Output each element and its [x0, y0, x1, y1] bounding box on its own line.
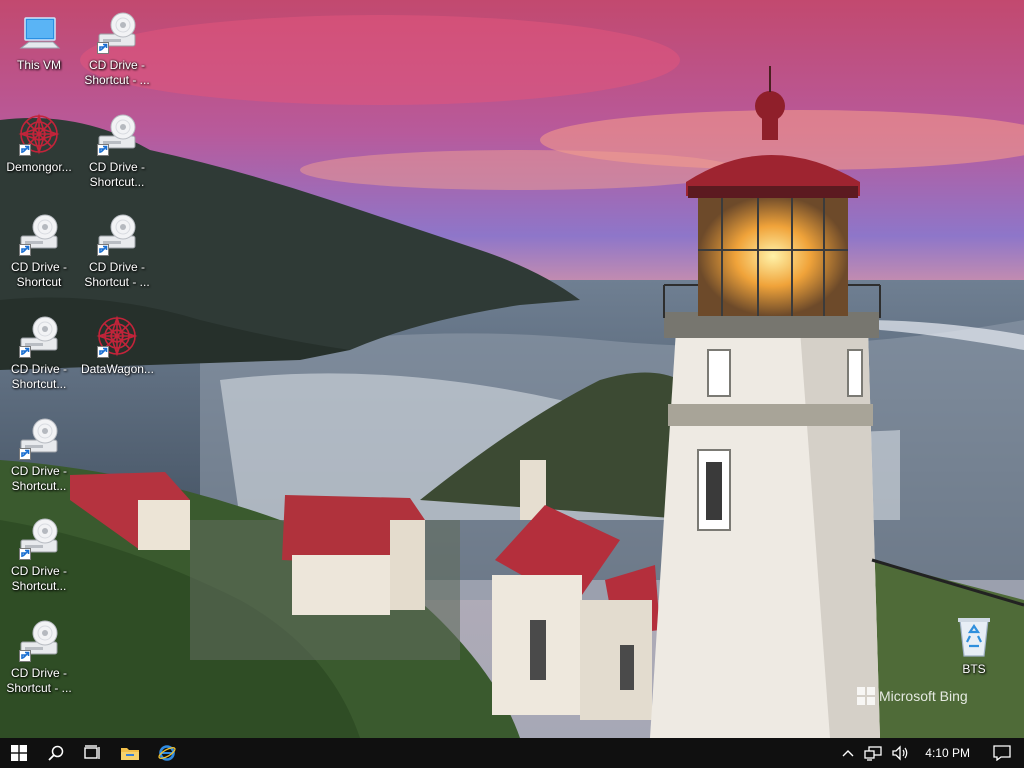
network-icon — [864, 746, 882, 761]
desktop-icon-label: CD Drive - Shortcut... — [11, 464, 67, 493]
desktop-icon-cd-drive-shortcut-4[interactable]: CD Drive - Shortcut — [3, 210, 75, 290]
desktop-icon-label: DataWagon... — [81, 362, 154, 376]
shortcut-arrow-icon — [19, 448, 31, 460]
desktop-icon-label: CD Drive - Shortcut — [11, 260, 67, 289]
app-spiral-icon — [93, 312, 141, 360]
watermark-text: Microsoft Bing — [879, 688, 968, 704]
network-button[interactable] — [859, 738, 887, 768]
cd-drive-icon — [93, 8, 141, 56]
shortcut-arrow-icon — [19, 346, 31, 358]
desktop-icon-label: CD Drive - Shortcut... — [89, 160, 145, 189]
desktop[interactable]: This VM CD Drive - Shortcut - ... Demongor… — [0, 0, 1024, 738]
speaker-icon — [892, 745, 908, 761]
desktop-icon-recycle-bin-11[interactable]: BTS — [938, 612, 1010, 677]
computer-icon — [15, 8, 63, 56]
desktop-icon-cd-drive-shortcut-1[interactable]: CD Drive - Shortcut - ... — [81, 8, 153, 88]
desktop-icon-label: CD Drive - Shortcut - ... — [6, 666, 72, 695]
bing-watermark: Microsoft Bing — [857, 687, 968, 705]
desktop-icon-cd-drive-shortcut-10[interactable]: CD Drive - Shortcut - ... — [3, 616, 75, 696]
show-hidden-icons-button[interactable] — [837, 738, 859, 768]
shortcut-arrow-icon — [97, 346, 109, 358]
shortcut-arrow-icon — [19, 548, 31, 560]
desktop-icon-label: This VM — [16, 58, 61, 72]
system-tray: 4:10 PM — [837, 738, 1024, 768]
desktop-icon-cd-drive-shortcut-6[interactable]: CD Drive - Shortcut... — [3, 312, 75, 392]
cd-drive-icon — [15, 210, 63, 258]
cd-drive-icon — [15, 514, 63, 562]
search-icon — [47, 745, 63, 761]
cd-drive-icon — [93, 210, 141, 258]
desktop-icon-label: CD Drive - Shortcut... — [11, 362, 67, 391]
shortcut-arrow-icon — [97, 42, 109, 54]
internet-explorer-button[interactable] — [148, 738, 185, 768]
task-view-icon — [83, 745, 100, 759]
search-button[interactable] — [37, 738, 74, 768]
chevron-up-icon — [842, 750, 854, 757]
volume-button[interactable] — [887, 738, 915, 768]
notification-icon — [993, 745, 1011, 761]
shortcut-arrow-icon — [19, 650, 31, 662]
clock[interactable]: 4:10 PM — [915, 746, 980, 760]
desktop-icon-cd-drive-shortcut-3[interactable]: CD Drive - Shortcut... — [81, 110, 153, 190]
taskbar: 4:10 PM — [0, 738, 1024, 768]
start-button[interactable] — [0, 738, 37, 768]
desktop-icon-label: BTS — [962, 662, 986, 676]
shortcut-arrow-icon — [97, 144, 109, 156]
desktop-icon-spiral-7[interactable]: DataWagon... — [81, 312, 154, 377]
shortcut-arrow-icon — [19, 144, 31, 156]
app-spiral-icon — [15, 110, 63, 158]
desktop-icon-label: CD Drive - Shortcut - ... — [84, 58, 150, 87]
desktop-icon-spiral-2[interactable]: Demongor... — [3, 110, 75, 175]
microsoft-logo-icon — [857, 687, 875, 705]
cd-drive-icon — [15, 616, 63, 664]
cd-drive-icon — [15, 414, 63, 462]
desktop-icon-label: CD Drive - Shortcut - ... — [84, 260, 150, 289]
desktop-icon-computer-0[interactable]: This VM — [3, 8, 75, 73]
file-explorer-button[interactable] — [111, 738, 148, 768]
cd-drive-icon — [93, 110, 141, 158]
desktop-icon-cd-drive-shortcut-8[interactable]: CD Drive - Shortcut... — [3, 414, 75, 494]
desktop-icon-cd-drive-shortcut-9[interactable]: CD Drive - Shortcut... — [3, 514, 75, 594]
task-view-button[interactable] — [74, 738, 111, 768]
shortcut-arrow-icon — [19, 244, 31, 256]
desktop-icon-label: CD Drive - Shortcut... — [11, 564, 67, 593]
shortcut-arrow-icon — [97, 244, 109, 256]
desktop-icon-label: Demongor... — [6, 160, 72, 174]
desktop-icon-cd-drive-shortcut-5[interactable]: CD Drive - Shortcut - ... — [81, 210, 153, 290]
recycle-bin-icon — [950, 612, 998, 660]
folder-icon — [120, 748, 139, 760]
internet-explorer-icon — [157, 745, 176, 761]
cd-drive-icon — [15, 312, 63, 360]
windows-logo-icon — [10, 745, 27, 761]
action-center-button[interactable] — [980, 738, 1024, 768]
